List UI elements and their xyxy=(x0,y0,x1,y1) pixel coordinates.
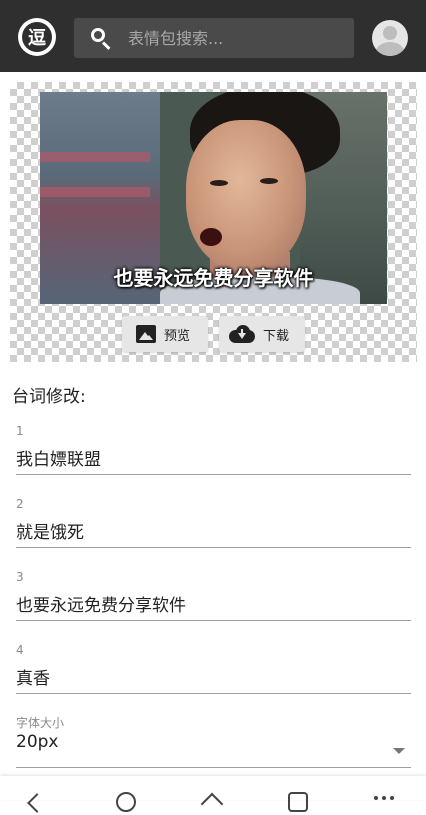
search-icon[interactable] xyxy=(90,27,112,50)
logo-glyph: 逗 xyxy=(22,22,52,52)
back-icon[interactable] xyxy=(27,793,47,813)
up-icon[interactable] xyxy=(200,792,224,815)
download-button-label: 下载 xyxy=(263,328,290,344)
meme-image: 也要永远免费分享软件 xyxy=(40,92,387,304)
avatar-icon[interactable] xyxy=(372,20,408,56)
preview-button-label: 预览 xyxy=(164,328,191,344)
search-input[interactable] xyxy=(128,23,348,53)
line-input-3[interactable] xyxy=(16,586,411,620)
section-title: 台词修改: xyxy=(12,387,86,407)
logo-icon[interactable]: 逗 xyxy=(18,18,56,56)
line-input-4[interactable] xyxy=(16,659,411,693)
download-button[interactable]: 下载 xyxy=(219,316,305,352)
line-field-1: 1 xyxy=(16,424,411,475)
line-field-4: 4 xyxy=(16,643,411,694)
line-field-3: 3 xyxy=(16,570,411,621)
top-app-bar: 逗 xyxy=(0,0,426,72)
font-size-value: 20px xyxy=(16,732,59,752)
image-icon xyxy=(136,325,156,343)
search-bar[interactable] xyxy=(74,18,354,58)
line-input-2[interactable] xyxy=(16,513,411,547)
browser-nav-bar xyxy=(0,776,426,815)
line-input-1[interactable] xyxy=(16,440,411,474)
line-number: 4 xyxy=(16,643,24,657)
meme-preview-area: 也要永远免费分享软件 预览 下载 xyxy=(10,82,417,362)
dropdown-caret-icon xyxy=(393,748,405,754)
preview-button[interactable]: 预览 xyxy=(122,316,208,352)
line-number: 3 xyxy=(16,570,24,584)
cloud-download-icon xyxy=(229,325,255,343)
font-size-select[interactable]: 字体大小 20px xyxy=(16,714,411,768)
more-icon[interactable] xyxy=(374,796,394,808)
meme-caption: 也要永远免费分享软件 xyxy=(113,266,314,290)
line-number: 1 xyxy=(16,424,24,438)
tabs-icon[interactable] xyxy=(288,792,308,812)
line-field-2: 2 xyxy=(16,497,411,548)
line-number: 2 xyxy=(16,497,24,511)
font-size-label: 字体大小 xyxy=(16,716,65,730)
home-icon[interactable] xyxy=(116,792,136,812)
